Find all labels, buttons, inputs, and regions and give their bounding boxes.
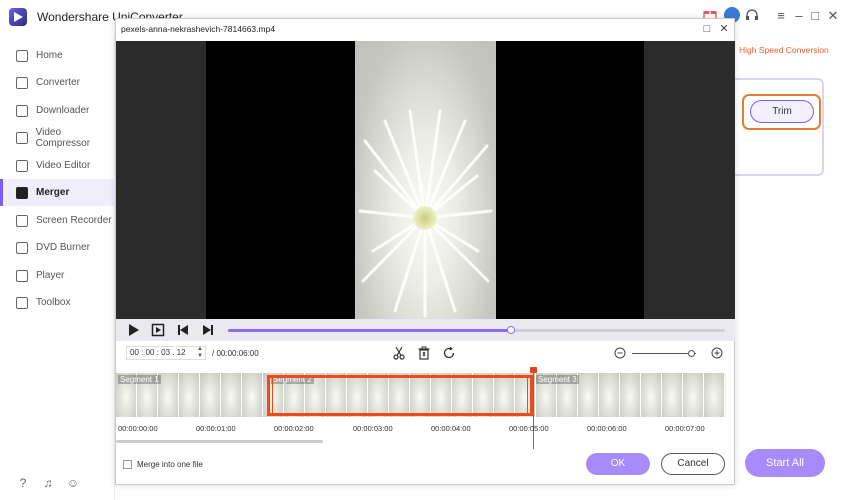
sidebar-item-toolbox[interactable]: Toolbox: [0, 289, 115, 316]
timeline-thumbnail: [704, 373, 725, 417]
headset-icon[interactable]: [745, 8, 759, 22]
video-preview[interactable]: [116, 41, 735, 319]
merge-label: Merge into one file: [137, 460, 203, 469]
selected-segment-inner: [272, 377, 528, 414]
stop-icon[interactable]: [151, 323, 165, 337]
ruler-label: 00:00:01:00: [196, 424, 236, 433]
timeline-thumbnail: [158, 373, 179, 417]
ruler-label: 00:00:05:00: [509, 424, 549, 433]
home-icon: [16, 49, 28, 62]
current-time-input[interactable]: 00 : 00 : 03 . 12: [126, 346, 206, 360]
sidebar-item-label: DVD Burner: [36, 242, 90, 253]
timeline-thumbnail: [200, 373, 221, 417]
flower-image: [358, 109, 493, 318]
sidebar-item-label: Converter: [36, 77, 80, 88]
playback-progress-bar[interactable]: [228, 326, 725, 334]
converter-icon: [16, 76, 28, 89]
sidebar-item-video-compressor[interactable]: Video Compressor: [0, 124, 115, 151]
ruler-label: 00:00:03:00: [353, 424, 393, 433]
timeline-thumbnail: [620, 373, 641, 417]
progress-knob[interactable]: [507, 326, 516, 334]
sidebar-item-label: Merger: [36, 187, 70, 198]
timeline-thumbnail: [179, 373, 200, 417]
sidebar-item-label: Downloader: [36, 105, 90, 116]
ruler-label: 00:00:00:00: [118, 424, 158, 433]
sidebar: Home Converter Downloader Video Compress…: [0, 34, 115, 500]
app-logo: [9, 8, 27, 26]
progress-fill: [228, 329, 512, 332]
toolbox-icon: [16, 296, 28, 309]
sidebar-item-home[interactable]: Home: [0, 42, 115, 69]
timeline-thumbnail: [599, 373, 620, 417]
recorder-icon: [16, 214, 28, 227]
right-panel: High Speed Conversion Trim Start All: [735, 34, 850, 500]
timeline-thumbnail: [242, 373, 263, 417]
sidebar-item-label: Toolbox: [36, 297, 71, 308]
sidebar-item-dvd-burner[interactable]: DVD Burner: [0, 234, 115, 261]
sidebar-item-video-editor[interactable]: Video Editor: [0, 152, 115, 179]
merge-checkbox[interactable]: [123, 460, 132, 469]
video-frame-flower: [355, 41, 496, 319]
high-speed-conversion-label[interactable]: High Speed Conversion: [739, 45, 829, 55]
delete-icon[interactable]: [417, 346, 431, 360]
timeline-thumbnail: [221, 373, 242, 417]
playback-controls: [116, 319, 735, 341]
timeline-scrollbar[interactable]: [116, 440, 323, 443]
trim-dialog: pexels-anna-nekrashevich-7814663.mp4 □ ✕: [115, 18, 735, 485]
reset-icon[interactable]: [442, 346, 456, 360]
sidebar-item-converter[interactable]: Converter: [0, 69, 115, 96]
zoom-in-icon[interactable]: [711, 347, 723, 359]
trim-button[interactable]: Trim: [750, 100, 814, 123]
zoom-slider[interactable]: [632, 353, 696, 354]
sidebar-item-label: Video Compressor: [35, 126, 91, 149]
sidebar-item-merger[interactable]: Merger: [0, 179, 115, 206]
timeline-thumbnail: [641, 373, 662, 417]
merger-icon: [16, 186, 28, 199]
total-time: / 00:00:06:00: [212, 349, 259, 358]
time-stepper[interactable]: ▲ ▼: [196, 346, 204, 360]
help-icon[interactable]: ?: [16, 476, 30, 490]
playhead-line[interactable]: [533, 369, 534, 449]
ok-button[interactable]: OK: [586, 453, 650, 475]
player-icon: [16, 269, 28, 282]
ruler-label: 00:00:04:00: [431, 424, 471, 433]
feedback-icon[interactable]: ☺: [66, 476, 80, 490]
sidebar-item-label: Player: [36, 270, 65, 281]
ruler-label: 00:00:02:00: [274, 424, 314, 433]
previous-frame-icon[interactable]: [176, 323, 190, 337]
bell-icon[interactable]: ♫: [41, 476, 55, 490]
timeline-thumbnail: [578, 373, 599, 417]
close-app-button[interactable]: ✕: [822, 6, 844, 26]
zoom-out-icon[interactable]: [614, 347, 626, 359]
close-dialog-button[interactable]: ✕: [716, 21, 732, 37]
zoom-slider-knob[interactable]: [687, 350, 695, 357]
sidebar-item-label: Video Editor: [36, 160, 91, 171]
timeline-thumbnail: [662, 373, 683, 417]
sidebar-item-label: Home: [36, 50, 63, 61]
compressor-icon: [16, 131, 28, 144]
maximize-dialog-button[interactable]: □: [699, 21, 715, 37]
sidebar-item-player[interactable]: Player: [0, 262, 115, 289]
segment-label: Segment 1: [118, 375, 161, 384]
dvd-icon: [16, 241, 28, 254]
ruler-label: 00:00:07:00: [665, 424, 705, 433]
dialog-title: pexels-anna-nekrashevich-7814663.mp4: [121, 24, 276, 34]
cancel-button[interactable]: Cancel: [661, 453, 725, 475]
ruler-label: 00:00:06:00: [587, 424, 627, 433]
sidebar-item-screen-recorder[interactable]: Screen Recorder: [0, 207, 115, 234]
scissors-icon: [16, 159, 28, 172]
next-frame-icon[interactable]: [201, 323, 215, 337]
downloader-icon: [16, 104, 28, 117]
scissors-icon[interactable]: [392, 346, 406, 360]
segment-label: Segment 3: [536, 375, 579, 384]
play-icon[interactable]: [127, 323, 141, 337]
sidebar-item-label: Screen Recorder: [36, 215, 112, 226]
sidebar-item-downloader[interactable]: Downloader: [0, 97, 115, 124]
flower-center: [413, 206, 437, 230]
start-all-button[interactable]: Start All: [745, 449, 825, 477]
timeline-thumbnail: [683, 373, 704, 417]
